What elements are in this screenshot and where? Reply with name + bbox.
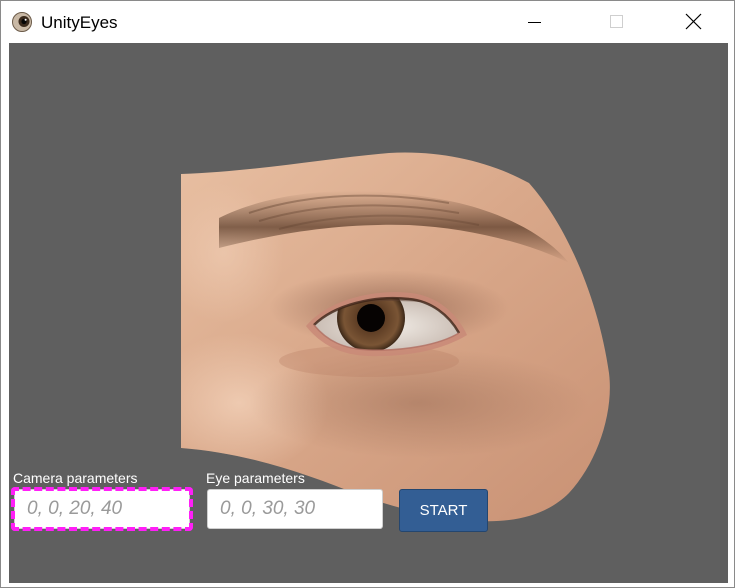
window-right-frame — [728, 43, 734, 583]
camera-parameters-input[interactable] — [14, 489, 190, 529]
eyeball-icon — [12, 12, 32, 32]
close-icon — [685, 13, 702, 30]
eye-parameters-label: Eye parameters — [206, 470, 305, 486]
window-title: UnityEyes — [41, 13, 118, 32]
maximize-icon — [610, 15, 623, 28]
title-bar[interactable]: UnityEyes — [1, 1, 734, 43]
close-button[interactable] — [670, 1, 716, 43]
app-window: UnityEyes Camera parameters 0, 0, 20, 40… — [0, 0, 735, 588]
minimize-button[interactable] — [511, 1, 557, 43]
eye-parameters-input[interactable] — [207, 489, 383, 529]
maximize-button[interactable] — [593, 1, 639, 43]
camera-parameters-label: Camera parameters — [13, 470, 138, 486]
start-button[interactable]: START — [399, 489, 488, 532]
